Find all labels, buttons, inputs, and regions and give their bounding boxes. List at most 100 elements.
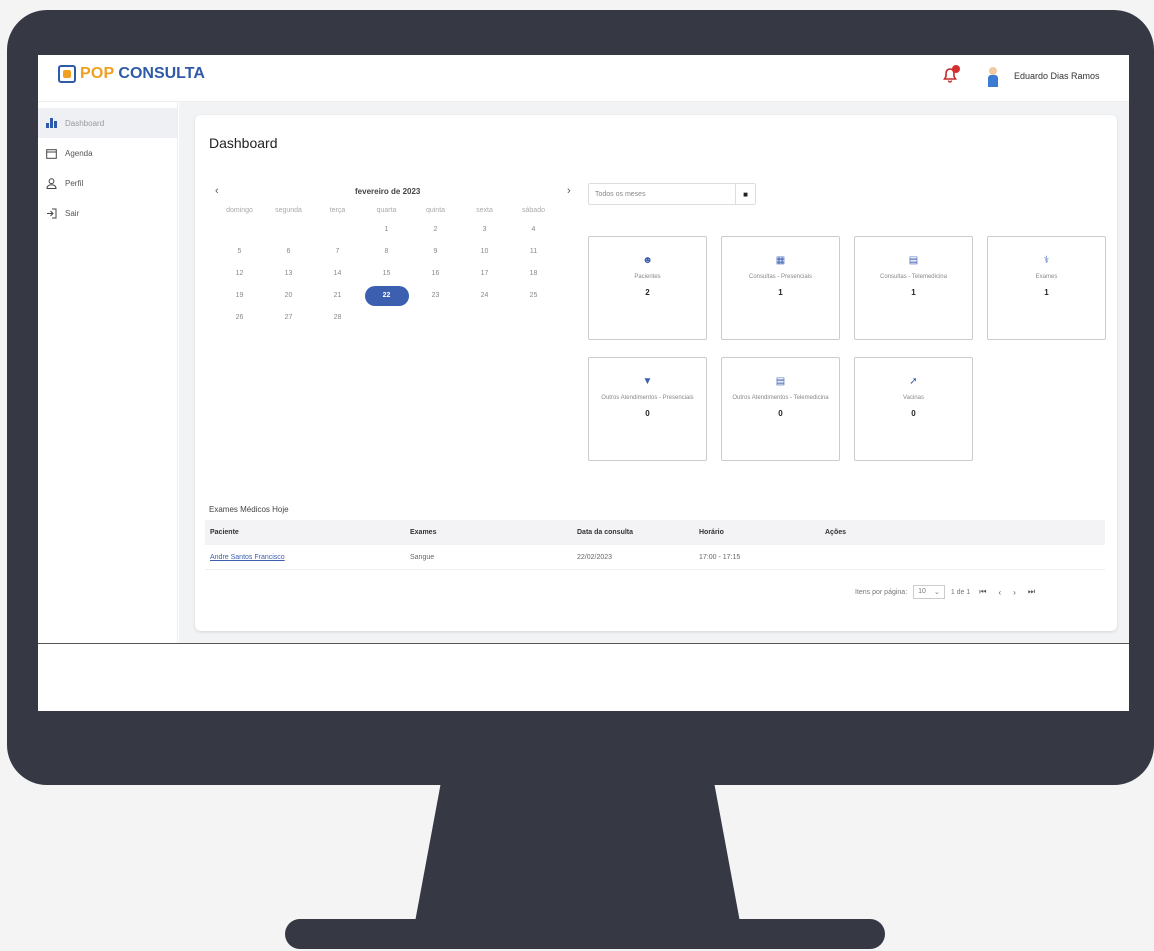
calendar-day[interactable]: 18 (509, 263, 558, 285)
column-header[interactable]: Exames (410, 529, 436, 536)
last-page-icon[interactable]: ⏭ (1025, 587, 1038, 597)
calendar-day[interactable]: 3 (460, 219, 509, 241)
calendar-day[interactable]: 27 (264, 307, 313, 329)
calendar-empty-cell (264, 219, 313, 241)
stat-label: Consultas - Presenciais (748, 274, 813, 280)
sidebar-item-dashboard[interactable]: Dashboard (38, 108, 177, 138)
column-header[interactable]: Data da consulta (577, 529, 633, 536)
first-page-icon[interactable]: ⏮ (976, 587, 989, 597)
calendar-day[interactable]: 9 (411, 241, 460, 263)
sidebar-item-perfil[interactable]: Perfil (38, 168, 177, 198)
weekday-label: sexta (476, 207, 493, 214)
month-filter-value[interactable]: Todos os meses (589, 191, 735, 198)
weekday-label: terça (329, 207, 346, 214)
stat-card-consultas-presenciais[interactable]: ▦ Consultas - Presenciais 1 (721, 236, 840, 340)
calendar-day[interactable]: 12 (215, 263, 264, 285)
calendar-day[interactable]: 15 (362, 263, 411, 285)
notification-badge (952, 65, 960, 73)
syringe-icon: ➚ (909, 376, 918, 387)
sidebar-item-agenda[interactable]: Agenda (38, 138, 177, 168)
table-cell-exam: Sangue (410, 554, 435, 561)
calendar-day[interactable]: 14 (313, 263, 362, 285)
calendar-day[interactable]: 5 (215, 241, 264, 263)
calendar: ‹ fevereiro de 2023 › domingo segunda te… (215, 185, 575, 329)
calendar-day[interactable]: 16 (411, 263, 460, 285)
stat-value: 0 (911, 409, 916, 418)
table-cell-date: 22/02/2023 (577, 554, 613, 561)
pagination: Itens por página: 10 ⌄ 1 de 1 ⏮ ‹ › ⏭ (855, 585, 1038, 599)
calendar-day[interactable]: 28 (313, 307, 362, 329)
calendar-day[interactable]: 6 (264, 241, 313, 263)
stat-value: 0 (645, 409, 650, 418)
table-cell-time: 17:00 - 17:15 (699, 554, 741, 561)
calendar-day[interactable]: 19 (215, 285, 264, 307)
stat-label: Outros Atendimentos - Presenciais (601, 395, 694, 401)
calendar-day[interactable]: 13 (264, 263, 313, 285)
calendar-day[interactable]: 25 (509, 285, 558, 307)
calendar-day[interactable]: 21 (313, 285, 362, 307)
stat-card-consultas-telemedicina[interactable]: ▤ Consultas - Telemedicina 1 (854, 236, 973, 340)
app-logo[interactable]: POP CONSULTA (58, 65, 205, 83)
main-content: Dashboard ‹ fevereiro de 2023 › domingo … (179, 102, 1129, 643)
logo-text-consulta: CONSULTA (118, 65, 205, 82)
calendar-empty-cell (460, 307, 509, 329)
chevron-right-icon[interactable]: › (567, 185, 571, 197)
stethoscope-icon: ⚕ (1043, 255, 1050, 266)
monitor-stand-neck (415, 782, 740, 922)
stat-label: Vacinas (903, 395, 924, 401)
calendar-day[interactable]: 1 (362, 219, 411, 241)
calendar-day[interactable]: 11 (509, 241, 558, 263)
weekday-label: segunda (275, 207, 302, 214)
stat-label: Exames (1035, 274, 1058, 280)
page-range: 1 de 1 (950, 588, 971, 596)
calendar-day[interactable]: 20 (264, 285, 313, 307)
sidebar-item-sair[interactable]: Sair (38, 198, 177, 228)
calendar-day[interactable]: 24 (460, 285, 509, 307)
calendar-empty-cell (215, 219, 264, 241)
exams-table: Paciente Exames Data da consulta Horário… (205, 520, 1105, 570)
calendar-icon[interactable]: ■ (735, 184, 755, 204)
sidebar: Dashboard Agenda Perfil Sair (38, 102, 178, 643)
calendar-day[interactable]: 22 (362, 285, 411, 307)
calendar-day[interactable]: 8 (362, 241, 411, 263)
calendar-day[interactable]: 23 (411, 285, 460, 307)
stat-card-outros-presenciais[interactable]: ▼ Outros Atendimentos - Presenciais 0 (588, 357, 707, 461)
logout-icon (46, 208, 57, 219)
stat-card-pacientes[interactable]: ☻ Pacientes 2 (588, 236, 707, 340)
logo-icon (58, 65, 76, 83)
bar-chart-icon (46, 118, 57, 128)
screen: POP CONSULTA Eduardo Dias Ramos Dashboar… (38, 55, 1129, 711)
patient-link[interactable]: Andre Santos Francisco (210, 554, 285, 561)
monitor-icon: ▤ (775, 376, 786, 387)
stat-card-exames[interactable]: ⚕ Exames 1 (987, 236, 1106, 340)
column-header[interactable]: Paciente (210, 529, 239, 536)
sidebar-item-label: Agenda (65, 148, 93, 158)
calendar-day[interactable]: 17 (460, 263, 509, 285)
weekday-label: sábado (522, 207, 545, 214)
column-header[interactable]: Horário (699, 529, 724, 536)
previous-page-icon[interactable]: ‹ (996, 588, 1005, 597)
calendar-day[interactable]: 4 (509, 219, 558, 241)
next-page-icon[interactable]: › (1010, 588, 1019, 597)
sidebar-item-label: Perfil (65, 178, 84, 188)
stat-card-vacinas[interactable]: ➚ Vacinas 0 (854, 357, 973, 461)
calendar-month-title[interactable]: fevereiro de 2023 (355, 187, 420, 196)
stat-value: 1 (1044, 288, 1049, 297)
user-avatar[interactable] (988, 67, 998, 87)
items-per-page-select[interactable]: 10 ⌄ (913, 585, 945, 599)
calendar-empty-cell (411, 307, 460, 329)
chevron-left-icon[interactable]: ‹ (215, 185, 219, 197)
items-per-page-label: Itens por página: (855, 588, 908, 596)
calendar-day[interactable]: 2 (411, 219, 460, 241)
stat-value: 1 (911, 288, 916, 297)
screen-divider (38, 643, 1129, 644)
calendar-day[interactable]: 10 (460, 241, 509, 263)
weekday-label: quarta (376, 207, 397, 214)
page-title: Dashboard (209, 135, 278, 151)
user-name[interactable]: Eduardo Dias Ramos (1014, 71, 1100, 81)
stat-card-outros-telemedicina[interactable]: ▤ Outros Atendimentos - Telemedicina 0 (721, 357, 840, 461)
month-filter[interactable]: Todos os meses ■ (588, 183, 756, 205)
stat-value: 1 (778, 288, 783, 297)
calendar-day[interactable]: 26 (215, 307, 264, 329)
calendar-day[interactable]: 7 (313, 241, 362, 263)
